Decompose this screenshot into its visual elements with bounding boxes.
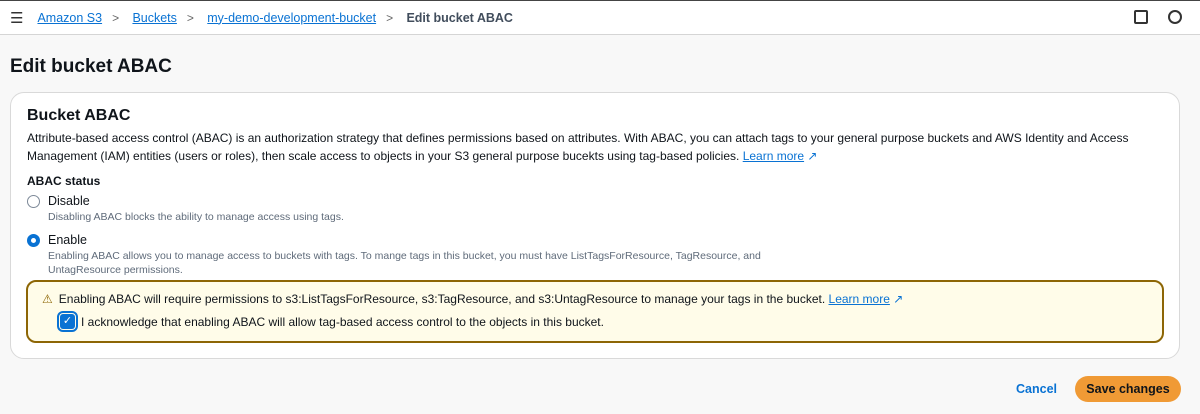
panel-description: Attribute-based access control (ABAC) is… bbox=[27, 129, 1167, 165]
acknowledge-checkbox[interactable]: ✓ bbox=[60, 314, 75, 329]
radio-button[interactable] bbox=[27, 195, 40, 208]
notebook-icon[interactable] bbox=[1134, 10, 1148, 24]
learn-more-link[interactable]: Learn more bbox=[743, 149, 804, 163]
breadcrumb: Amazon S3 > Buckets > my-demo-development-… bbox=[37, 11, 513, 25]
panel-title: Bucket ABAC bbox=[27, 107, 1163, 125]
chevron-right-icon: > bbox=[187, 11, 194, 25]
breadcrumb-current: Edit bucket ABAC bbox=[406, 11, 513, 25]
external-link-icon: ↗ bbox=[807, 149, 817, 163]
external-link-icon: ↗ bbox=[893, 292, 903, 306]
option-description: Enabling ABAC allows you to manage acces… bbox=[48, 249, 808, 277]
radio-button-selected[interactable] bbox=[27, 234, 40, 247]
alert-learn-more-link[interactable]: Learn more bbox=[829, 292, 890, 306]
radio-disable[interactable]: Disable Disabling ABAC blocks the ability… bbox=[27, 194, 1163, 224]
page-title: Edit bucket ABAC bbox=[10, 56, 172, 78]
description-text: Attribute-based access control (ABAC) is… bbox=[27, 131, 1128, 163]
chevron-right-icon: > bbox=[112, 11, 119, 25]
alert-text: Enabling ABAC will require permissions t… bbox=[59, 292, 825, 306]
breadcrumb-amazon-s3[interactable]: Amazon S3 bbox=[37, 11, 102, 25]
chevron-right-icon: > bbox=[386, 11, 393, 25]
acknowledge-label: I acknowledge that enabling ABAC will al… bbox=[81, 315, 604, 329]
top-bar: ☰ Amazon S3 > Buckets > my-demo-developmen… bbox=[0, 0, 1200, 35]
cancel-button[interactable]: Cancel bbox=[1016, 382, 1057, 396]
acknowledge-checkbox-row[interactable]: ✓ I acknowledge that enabling ABAC will a… bbox=[60, 314, 1148, 329]
save-changes-button[interactable]: Save changes bbox=[1075, 376, 1181, 402]
option-label: Enable bbox=[48, 233, 808, 247]
warning-alert: ⚠ Enabling ABAC will require permissions … bbox=[26, 280, 1164, 343]
settings-hex-icon[interactable] bbox=[1168, 10, 1182, 24]
bucket-abac-panel: Bucket ABAC Attribute-based access contr… bbox=[10, 92, 1180, 359]
breadcrumb-buckets[interactable]: Buckets bbox=[132, 11, 176, 25]
option-description: Disabling ABAC blocks the ability to man… bbox=[48, 210, 808, 224]
abac-status-label: ABAC status bbox=[27, 174, 1163, 188]
menu-icon[interactable]: ☰ bbox=[10, 9, 23, 27]
warning-icon: ⚠ bbox=[42, 292, 53, 306]
radio-enable[interactable]: Enable Enabling ABAC allows you to manage… bbox=[27, 233, 1163, 277]
option-label: Disable bbox=[48, 194, 808, 208]
breadcrumb-bucket[interactable]: my-demo-development-bucket bbox=[207, 11, 376, 25]
